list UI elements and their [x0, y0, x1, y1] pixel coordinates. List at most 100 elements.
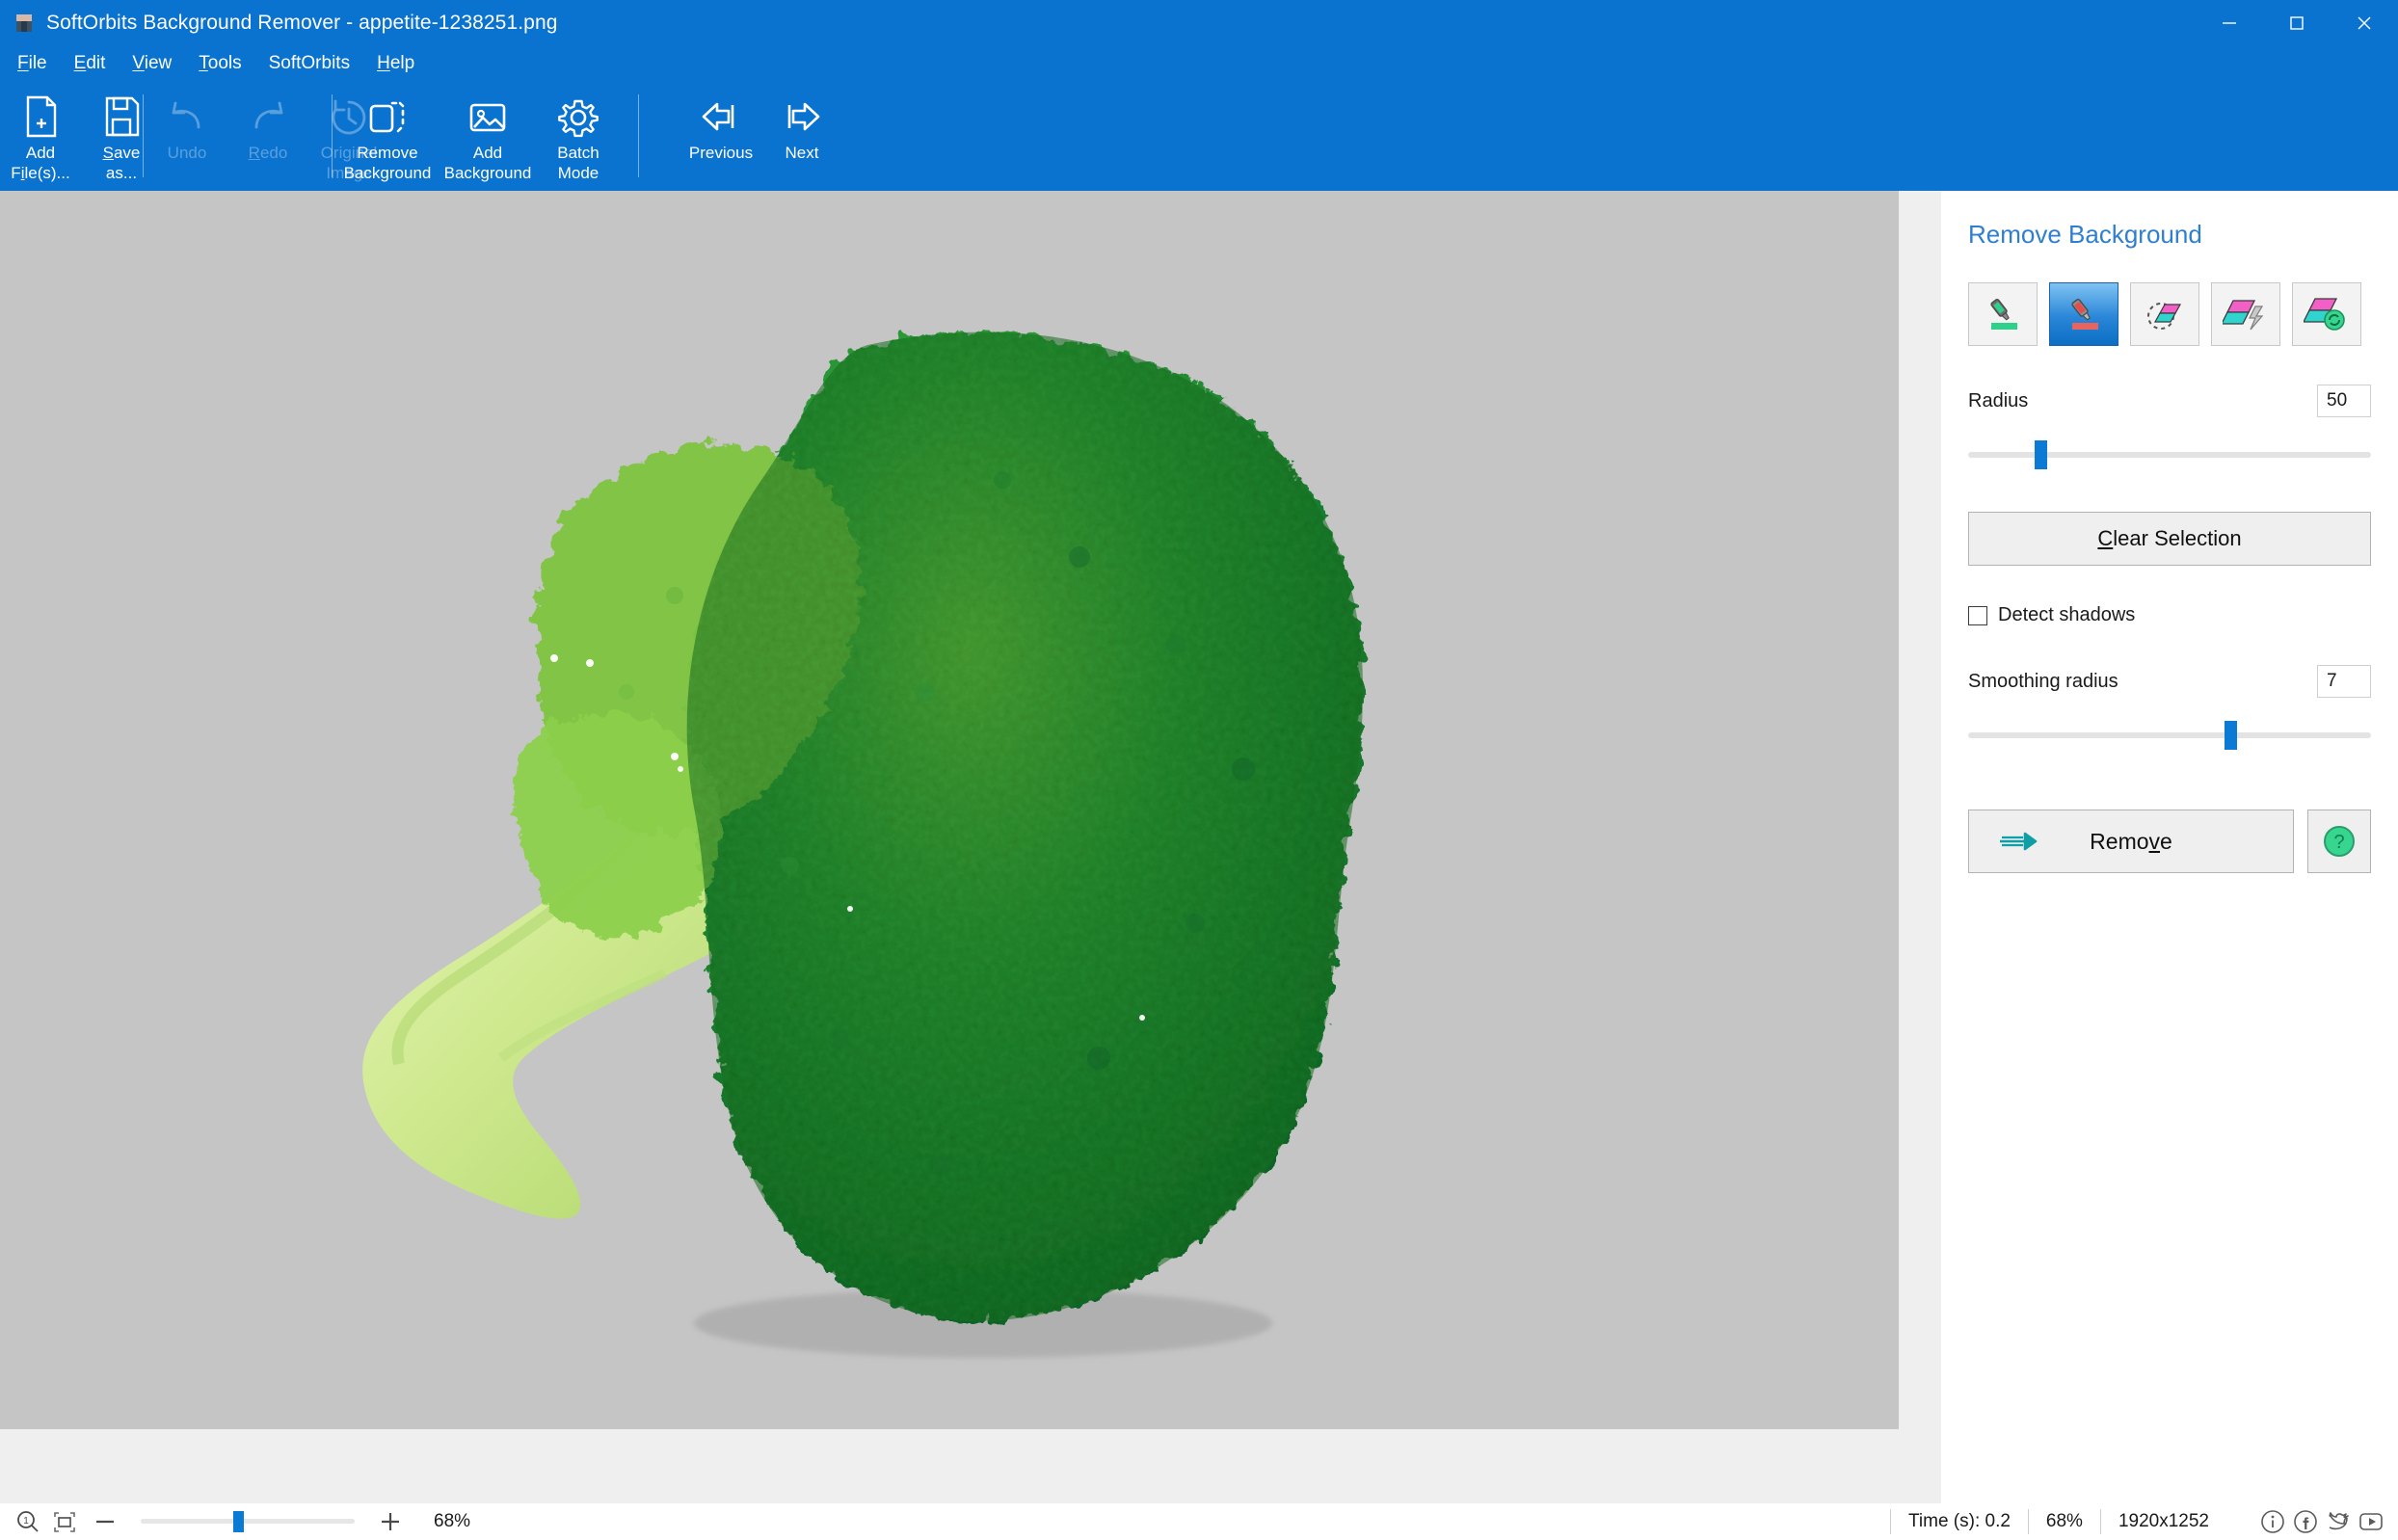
minimize-button[interactable]: [2196, 0, 2263, 46]
remove-background-icon: [364, 91, 411, 143]
previous-icon: [696, 91, 746, 143]
smoothing-radius-value[interactable]: 7: [2317, 665, 2371, 698]
arrow-right-icon: [1998, 830, 2038, 853]
menu-bar: File Edit View Tools SoftOrbits Help: [0, 46, 2398, 81]
magic-wand-icon: [2223, 293, 2269, 335]
toolbar: AddFile(s)... Saveas...: [0, 81, 2398, 191]
batch-mode-label: BatchMode: [557, 143, 599, 183]
undo-button[interactable]: Undo: [147, 81, 227, 189]
add-background-icon: [465, 91, 511, 143]
zoom-out-button[interactable]: [83, 1509, 127, 1534]
twitter-icon[interactable]: [2325, 1508, 2352, 1535]
remove-marker-tool[interactable]: [2049, 282, 2118, 346]
svg-text:1: 1: [23, 1516, 29, 1527]
refresh-selection-icon: [2304, 293, 2350, 335]
actual-size-icon[interactable]: 1: [10, 1509, 46, 1534]
youtube-icon[interactable]: [2358, 1508, 2385, 1535]
facebook-icon[interactable]: [2292, 1508, 2319, 1535]
remove-button[interactable]: Remove: [1968, 810, 2294, 873]
help-button[interactable]: ?: [2307, 810, 2371, 873]
add-file-icon: [19, 91, 62, 143]
selection-eraser-tool[interactable]: [2130, 282, 2199, 346]
action-row: Remove ?: [1968, 810, 2371, 873]
tool-buttons: [1968, 282, 2398, 346]
toolbar-separator-1: [143, 94, 144, 177]
batch-mode-button[interactable]: BatchMode: [538, 81, 619, 189]
menu-item-help[interactable]: Help: [377, 53, 414, 74]
radius-row: Radius 50: [1968, 385, 2371, 417]
zoom-slider-track: [141, 1519, 355, 1524]
maximize-button[interactable]: [2263, 0, 2331, 46]
status-bar: 1 68%: [0, 1503, 2398, 1540]
save-as-icon: [100, 91, 143, 143]
smoothing-radius-row: Smoothing radius 7: [1968, 665, 2371, 698]
smoothing-radius-slider-thumb[interactable]: [2225, 721, 2237, 750]
detect-shadows-checkbox[interactable]: [1968, 606, 1987, 625]
magic-wand-tool[interactable]: [2211, 282, 2280, 346]
toolbar-group-background: RemoveBackground AddBackground: [337, 81, 619, 191]
marker-red-icon: [2061, 293, 2107, 335]
fit-to-screen-icon[interactable]: [46, 1509, 83, 1534]
refresh-selection-tool[interactable]: [2292, 282, 2361, 346]
add-background-button[interactable]: AddBackground: [438, 81, 538, 189]
previous-button[interactable]: Previous: [680, 81, 761, 189]
menu-item-edit[interactable]: Edit: [74, 53, 106, 74]
close-button[interactable]: [2331, 0, 2398, 46]
erase-selection-icon: [2142, 293, 2188, 335]
clear-selection-button[interactable]: Clear Selection: [1968, 512, 2371, 566]
smoothing-radius-slider-track: [1968, 732, 2371, 738]
keep-marker-tool[interactable]: [1968, 282, 2038, 346]
broccoli-photo: [0, 191, 1899, 1429]
zoom-percent-left: 68%: [434, 1511, 470, 1532]
zoom-slider-thumb[interactable]: [233, 1511, 244, 1532]
zoom-slider[interactable]: [141, 1511, 355, 1532]
radius-slider[interactable]: [1968, 438, 2371, 471]
smoothing-radius-slider[interactable]: [1968, 719, 2371, 752]
menu-item-tools[interactable]: Tools: [199, 53, 241, 74]
help-question-icon: ?: [2320, 822, 2358, 861]
add-background-label: AddBackground: [444, 143, 532, 183]
add-files-button[interactable]: AddFile(s)...: [0, 81, 81, 189]
remove-background-label: RemoveBackground: [344, 143, 432, 183]
redo-label: Redo: [249, 143, 288, 163]
window-title: SoftOrbits Background Remover - appetite…: [46, 12, 558, 35]
next-label: Next: [786, 143, 819, 163]
toolbar-separator-2: [332, 94, 333, 177]
status-zoom: 68%: [2028, 1509, 2100, 1534]
redo-icon: [245, 91, 291, 143]
detect-shadows-label: Detect shadows: [1998, 604, 2135, 626]
save-as-label: Saveas...: [103, 143, 141, 183]
remove-background-button[interactable]: RemoveBackground: [337, 81, 438, 189]
menu-item-view[interactable]: View: [132, 53, 172, 74]
svg-text:?: ?: [2333, 832, 2344, 853]
status-dimensions: 1920x1252: [2100, 1509, 2226, 1534]
menu-item-softorbits[interactable]: SoftOrbits: [269, 53, 350, 74]
toolbar-group-file: AddFile(s)... Saveas...: [0, 81, 162, 191]
image-canvas[interactable]: [0, 191, 1899, 1429]
zoom-controls: 1 68%: [0, 1509, 470, 1534]
next-icon: [777, 91, 827, 143]
smoothing-radius-label: Smoothing radius: [1968, 671, 2118, 693]
marker-green-icon: [1980, 293, 2026, 335]
info-icon[interactable]: [2259, 1508, 2286, 1535]
canvas-area[interactable]: [0, 191, 1941, 1503]
right-panel: Remove Background: [1941, 191, 2398, 1503]
redo-button[interactable]: Redo: [227, 81, 308, 189]
menu-item-file[interactable]: File: [17, 53, 47, 74]
add-files-label: AddFile(s)...: [11, 143, 69, 183]
undo-icon: [164, 91, 210, 143]
zoom-in-button[interactable]: [368, 1509, 413, 1534]
radius-value[interactable]: 50: [2317, 385, 2371, 417]
toolbar-group-navigation: Previous Next: [680, 81, 842, 191]
radius-label: Radius: [1968, 390, 2028, 412]
next-button[interactable]: Next: [761, 81, 842, 189]
status-time: Time (s): 0.2: [1890, 1509, 2028, 1534]
radius-slider-track: [1968, 452, 2371, 458]
panel-title: Remove Background: [1968, 220, 2398, 250]
app-icon: [13, 13, 35, 34]
detect-shadows-row[interactable]: Detect shadows: [1968, 604, 2398, 626]
social-links: [2226, 1508, 2398, 1535]
previous-label: Previous: [689, 143, 753, 163]
title-bar: SoftOrbits Background Remover - appetite…: [0, 0, 2398, 46]
radius-slider-thumb[interactable]: [2035, 440, 2047, 469]
